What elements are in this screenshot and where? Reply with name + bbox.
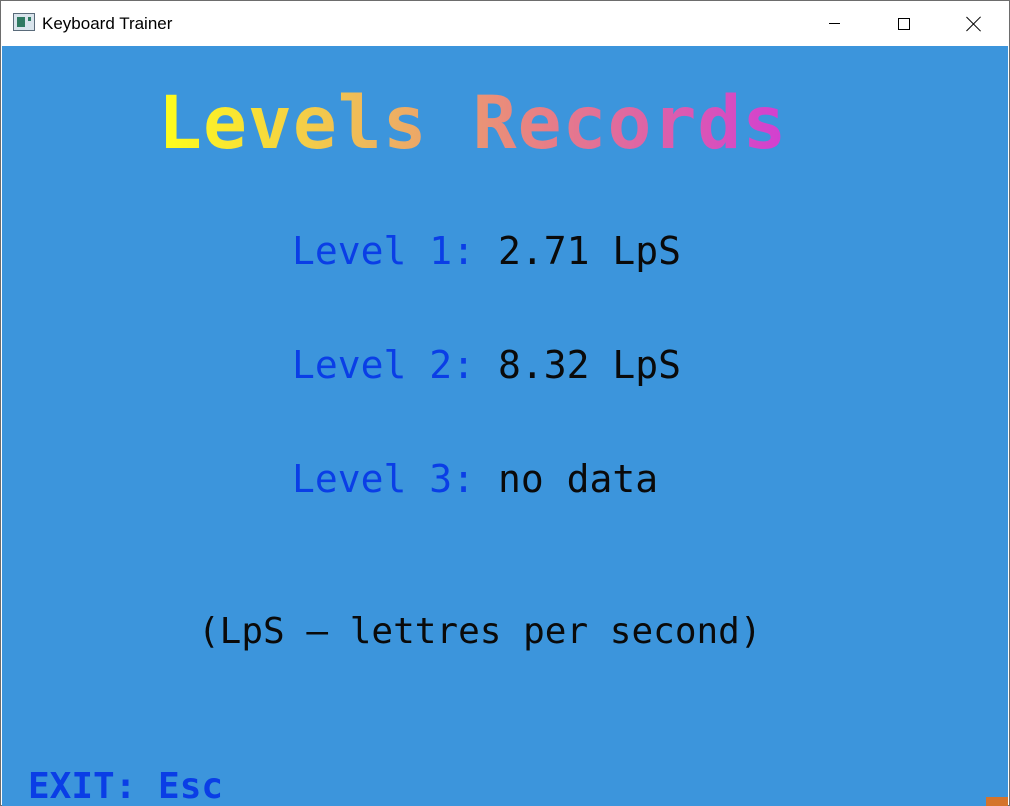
- level-label: Level 3:: [292, 457, 476, 501]
- app-icon-bar: [28, 17, 31, 21]
- maximize-button[interactable]: [869, 1, 939, 46]
- window-title: Keyboard Trainer: [42, 14, 173, 33]
- app-window: Keyboard Trainer Levels Records Level 1:…: [0, 0, 1010, 806]
- level-label: Level 1:: [292, 229, 476, 273]
- title-bar[interactable]: Keyboard Trainer: [1, 1, 1009, 46]
- level-value: 8.32 LpS: [498, 343, 682, 387]
- maximize-icon: [898, 17, 910, 30]
- exit-hint: EXIT: Esc: [28, 766, 224, 806]
- page-title: Levels Records: [158, 81, 788, 166]
- close-icon: [966, 16, 982, 32]
- level-value: no data: [498, 457, 659, 501]
- app-window-icon[interactable]: [13, 13, 35, 31]
- level-label: Level 2:: [292, 343, 476, 387]
- minimize-button[interactable]: [799, 1, 869, 46]
- corner-marker: [986, 797, 1008, 806]
- record-row-level-3: Level 3: no data: [292, 454, 658, 504]
- app-icon-pane: [17, 17, 25, 27]
- minimize-icon: [828, 23, 840, 24]
- game-screen: Levels Records Level 1: 2.71 LpS Level 2:…: [2, 46, 1008, 806]
- level-value: 2.71 LpS: [498, 229, 682, 273]
- unit-footnote: (LpS — lettres per second): [198, 611, 762, 652]
- close-button[interactable]: [939, 1, 1009, 46]
- record-row-level-2: Level 2: 8.32 LpS: [292, 340, 681, 390]
- record-row-level-1: Level 1: 2.71 LpS: [292, 226, 681, 276]
